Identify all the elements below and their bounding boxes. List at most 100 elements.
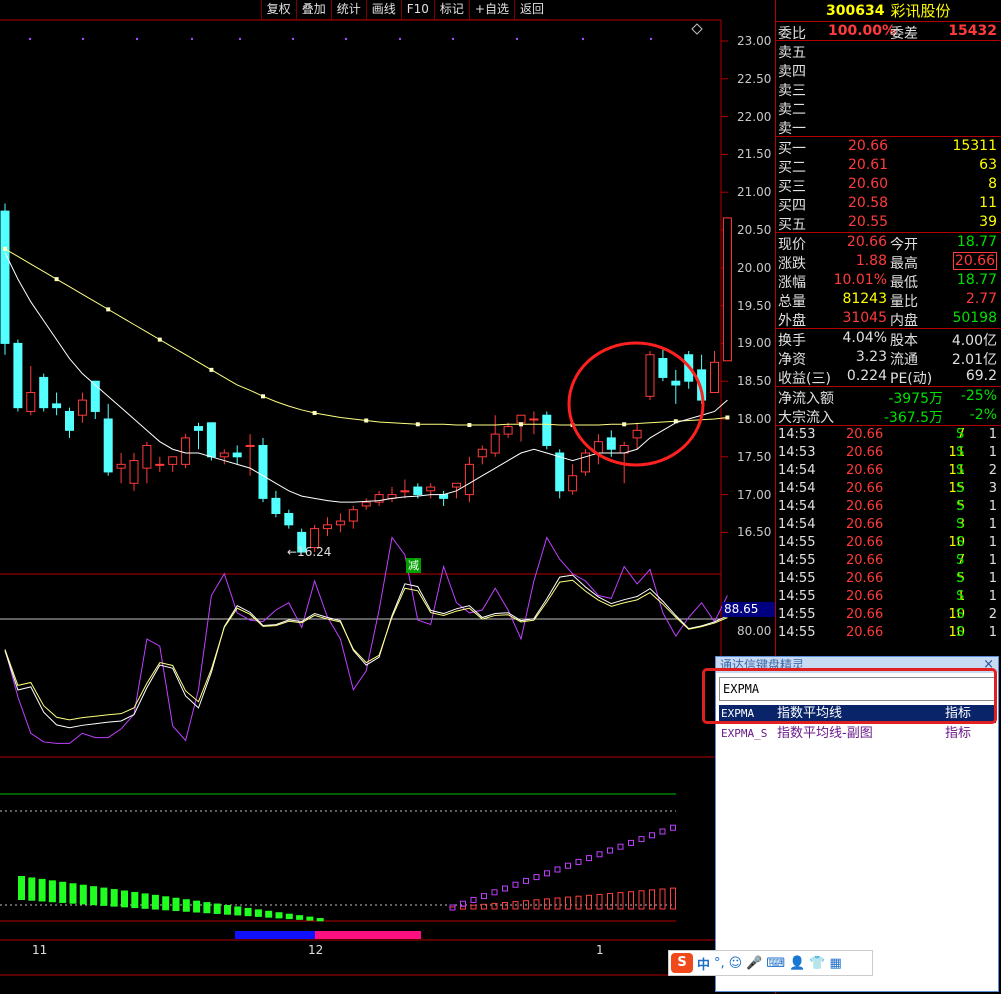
fundamental-label: 股本 <box>890 333 918 349</box>
signal-marker <box>659 828 666 835</box>
flow-percent: -25% <box>960 388 997 404</box>
ask-row: 卖三 <box>776 79 1001 99</box>
signal-marker <box>491 889 498 896</box>
result-item-expma-s[interactable]: EXPMA_S 指数平均线-副图 指标 <box>719 725 996 743</box>
toolbar-mark-button[interactable]: 标记 <box>433 0 469 20</box>
toolbar-back-button[interactable]: 返回 <box>513 0 549 20</box>
bid-label: 买一 <box>778 141 806 157</box>
ma-marker <box>364 418 369 423</box>
fundamentals-list: 换手 4.04% 股本 4.00亿 净资 3.23 流通 2.01亿 收益(三) 0.224 PE(… <box>776 329 1001 387</box>
tick-price: 20.66 <box>846 445 884 460</box>
histogram-bar <box>234 906 242 916</box>
ime-toolbar[interactable]: S 中 °, ☺ 🎤 ⌨ 👤 👕 ▦ <box>668 950 873 976</box>
fundamental-label: 换手 <box>778 333 806 349</box>
tick-price: 20.66 <box>846 427 884 442</box>
user-icon[interactable]: 👤 <box>789 956 805 971</box>
osc-axis-label: 80.00 <box>737 624 772 638</box>
candle-body <box>361 501 371 507</box>
candle-body <box>258 444 268 499</box>
tick-side: S <box>956 589 965 604</box>
ime-mode-toggle[interactable]: 中 <box>697 954 710 973</box>
toolbar-overlay-button[interactable]: 叠加 <box>295 0 331 20</box>
candle-body <box>722 217 732 362</box>
histogram-bar <box>638 890 645 910</box>
candle-body <box>103 418 113 473</box>
signal-marker <box>575 858 582 865</box>
histogram-bar <box>121 890 128 908</box>
price-axis-label: 21.00 <box>737 185 772 200</box>
ask-row: 卖四 <box>776 60 1001 80</box>
emoji-icon[interactable]: ☺ <box>729 956 743 971</box>
tick-time: 14:55 <box>778 571 816 586</box>
quote-value: 20.66 <box>846 234 887 250</box>
candle-body <box>413 486 423 496</box>
toolbar-draw-button[interactable]: 画线 <box>365 0 401 20</box>
keyboard-icon[interactable]: ⌨ <box>766 956 785 971</box>
tick-time: 14:55 <box>778 553 816 568</box>
quote-label: 涨幅 <box>778 275 806 291</box>
candle-body <box>348 509 358 522</box>
toolbar-add-watchlist-button[interactable]: +自选 <box>468 0 514 20</box>
candle-body <box>284 513 294 526</box>
bid-label: 买二 <box>778 160 806 176</box>
candle-body <box>0 210 10 344</box>
quote-row: 现价 20.66 今开 18.77 <box>776 233 1001 253</box>
diamond-icon <box>691 23 703 35</box>
candle-body <box>710 361 719 394</box>
candle-body <box>219 452 229 458</box>
fundamental-value: 2.01亿 <box>951 352 997 368</box>
candle-body <box>529 418 539 421</box>
ma-marker <box>415 422 420 427</box>
fundamental-row: 换手 4.04% 股本 4.00亿 <box>776 329 1001 349</box>
histogram-bar <box>213 903 221 914</box>
ma-marker <box>209 367 214 372</box>
tick-time: 14:54 <box>778 517 816 532</box>
candle-body <box>323 524 332 530</box>
tick-side: S <box>956 535 965 550</box>
sogou-logo-icon[interactable]: S <box>671 953 693 973</box>
histogram-bar <box>100 887 108 906</box>
tick-side: S <box>956 607 965 622</box>
tick-count: 2 <box>988 463 997 478</box>
signal-dot <box>649 37 653 41</box>
tick-side: S <box>956 481 965 496</box>
flow-label: 净流入额 <box>778 391 834 407</box>
price-axis-label: 22.50 <box>737 71 772 86</box>
bid-row: 买五 20.55 39 <box>776 213 1001 233</box>
toolbar-stats-button[interactable]: 统计 <box>330 0 366 20</box>
flow-row: 净流入额 -3975万 -25% <box>776 387 1001 407</box>
histogram-bar <box>670 887 676 910</box>
tick-side: S <box>956 463 965 478</box>
candle-body <box>671 380 681 386</box>
histogram-bar <box>151 894 159 910</box>
tick-time: 14:53 <box>778 427 816 442</box>
chart-toolbar: 复权 叠加 统计 画线 F10 标记 +自选 返回 <box>260 0 549 20</box>
quote-row: 总量 81243 量比 2.77 <box>776 290 1001 310</box>
quote-value: 1.88 <box>855 253 887 269</box>
punctuation-icon[interactable]: °, <box>714 956 725 971</box>
tick-list[interactable]: 14:53 20.66 7 S 1 14:53 20.66 11 S 1 14:54 20.66 11 S… <box>776 426 1001 642</box>
range-bar-blue <box>235 931 315 939</box>
flow-value: -367.5万 <box>883 410 943 426</box>
chart-canvas[interactable] <box>0 0 775 994</box>
histogram-bar <box>131 891 139 909</box>
candle-body <box>400 490 410 493</box>
bid-price: 20.61 <box>848 157 889 173</box>
toolbar-fuquan-button[interactable]: 复权 <box>260 0 296 20</box>
skin-icon[interactable]: 👕 <box>809 956 825 971</box>
candle-body <box>90 380 100 412</box>
price-axis-label: 20.50 <box>737 223 772 237</box>
candle-body <box>426 486 436 492</box>
tick-price: 20.66 <box>846 589 884 604</box>
tick-count: 1 <box>988 553 997 568</box>
microphone-icon[interactable]: 🎤 <box>746 956 762 971</box>
fundamental-label: PE(动) <box>890 371 933 387</box>
quote-row: 涨幅 10.01% 最低 18.77 <box>776 271 1001 291</box>
kline-chart-area[interactable]: 复权 叠加 统计 画线 F10 标记 +自选 返回 23.00 22.50 22.0… <box>0 0 775 994</box>
toolbox-icon[interactable]: ▦ <box>830 956 842 971</box>
toolbar-f10-button[interactable]: F10 <box>400 0 434 20</box>
signal-marker <box>586 855 592 862</box>
candle-body <box>335 520 345 526</box>
histogram-bar <box>285 913 293 920</box>
weibi-row: 委比 100.00% 委差 15432 <box>776 22 1001 42</box>
